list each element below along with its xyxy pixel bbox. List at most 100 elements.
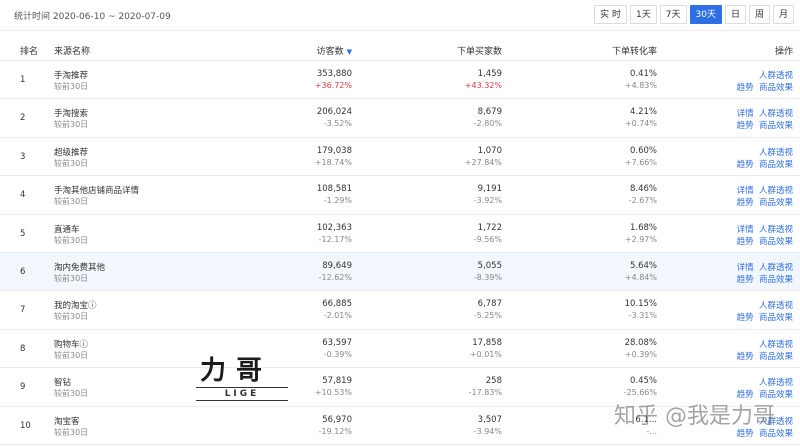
conversion-value: 5.64%	[629, 260, 657, 271]
buyers-change: -3.94%	[473, 426, 502, 436]
crowd-link[interactable]: 人群透视	[759, 186, 793, 196]
buyers-change: +0.01%	[469, 349, 502, 359]
time-button[interactable]: 周	[748, 5, 770, 24]
ops-line-1: 详情 人群透视	[737, 107, 793, 119]
crowd-link[interactable]: 人群透视	[759, 340, 793, 350]
compare-label: 较前30日	[54, 235, 89, 245]
source-name: 我的淘宝ⓘ	[54, 301, 97, 312]
watermark-logo-mark: 力哥	[200, 356, 273, 386]
buyers-change: -3.92%	[473, 196, 502, 206]
detail-link[interactable]: 详情	[737, 225, 754, 235]
source-name: 手淘搜索	[54, 109, 89, 120]
buyers-value: 6,787	[477, 299, 502, 310]
conversion-change: +0.74%	[624, 119, 657, 129]
crowd-link[interactable]: 人群透视	[759, 301, 793, 311]
visitors-change: -3.52%	[323, 119, 352, 129]
compare-label: 较前30日	[54, 158, 89, 168]
conversion-value: 4.21%	[629, 107, 657, 118]
buyers-value: 1,722	[477, 222, 502, 233]
trend-link[interactable]: 趋势	[737, 160, 754, 170]
conversion-change: -25.66%	[623, 388, 657, 398]
detail-link[interactable]: 详情	[737, 186, 754, 196]
trend-link[interactable]: 趋势	[737, 83, 754, 93]
goods-link[interactable]: 商品效果	[759, 313, 793, 323]
compare-label: 较前30日	[54, 389, 89, 399]
trend-link[interactable]: 趋势	[737, 198, 754, 208]
buyers-value: 258	[485, 376, 502, 387]
trend-link[interactable]: 趋势	[737, 313, 754, 323]
table-row[interactable]: 4 手淘其他店铺商品详情 较前30日 108,581 -1.29% 9,191 -3.92%…	[0, 176, 800, 215]
visitors-change: +18.74%	[314, 157, 352, 167]
goods-link[interactable]: 商品效果	[759, 237, 793, 247]
col-rank: 排名	[20, 47, 39, 57]
time-button[interactable]: 7天	[659, 5, 687, 24]
rank-cell: 6	[20, 266, 26, 277]
crowd-link[interactable]: 人群透视	[759, 263, 793, 273]
visitors-value: 89,649	[322, 260, 352, 271]
visitors-change: -1.29%	[323, 196, 352, 206]
time-button[interactable]: 30天	[689, 5, 722, 24]
trend-link[interactable]: 趋势	[737, 121, 754, 131]
ops-line-2: 趋势 商品效果	[737, 235, 793, 247]
visitors-value: 56,970	[322, 414, 352, 425]
rank-cell: 8	[20, 343, 26, 354]
trend-link[interactable]: 趋势	[737, 237, 754, 247]
table-row[interactable]: 6 淘内免费其他 较前30日 89,649 -12.62% 5,055 -8.39% 5.64…	[0, 252, 800, 292]
table-row[interactable]: 5 直通车 较前30日 102,363 -12.17% 1,722 -9.56% 1.68% +…	[0, 215, 800, 253]
sort-desc-icon[interactable]: ▼	[347, 48, 352, 56]
conversion-change: +7.66%	[624, 157, 657, 167]
crowd-link[interactable]: 人群透视	[759, 378, 793, 388]
time-button[interactable]: 1天	[630, 5, 657, 24]
table-body: 1 手淘推荐 较前30日 353,880 +36.72% 1,459 +43.32% 0.41…	[0, 61, 800, 445]
time-button[interactable]: 月	[772, 5, 794, 24]
buyers-value: 17,858	[472, 337, 502, 348]
detail-link[interactable]: 详情	[737, 263, 754, 273]
col-buyers[interactable]: 下单买家数	[457, 44, 502, 57]
goods-link[interactable]: 商品效果	[759, 429, 793, 439]
time-button[interactable]: 实 时	[594, 5, 628, 24]
conversion-change: +0.39%	[624, 349, 657, 359]
compare-label: 较前30日	[54, 350, 89, 360]
crowd-link[interactable]: 人群透视	[759, 109, 793, 119]
goods-link[interactable]: 商品效果	[759, 83, 793, 93]
goods-link[interactable]: 商品效果	[759, 121, 793, 131]
table-row[interactable]: 7 我的淘宝ⓘ 较前30日 66,885 -2.01% 6,787 -5.25% 10.15%…	[0, 291, 800, 330]
table-row[interactable]: 8 购物车ⓘ 较前30日 63,597 -0.39% 17,858 +0.01% 28.08%…	[0, 330, 800, 369]
time-button[interactable]: 日	[724, 5, 746, 24]
goods-link[interactable]: 商品效果	[759, 352, 793, 362]
crowd-link[interactable]: 人群透视	[759, 71, 793, 81]
source-name: 手淘推荐	[54, 71, 89, 81]
col-conversion[interactable]: 下单转化率	[612, 44, 657, 57]
trend-link[interactable]: 趋势	[737, 352, 754, 362]
source-name: 淘内免费其他	[54, 262, 106, 273]
visitors-value: 108,581	[316, 184, 352, 195]
ops-line-2: 趋势 商品效果	[737, 158, 793, 170]
trend-link[interactable]: 趋势	[737, 275, 754, 285]
goods-link[interactable]: 商品效果	[759, 160, 793, 170]
conversion-change: +4.84%	[624, 272, 657, 282]
table-row[interactable]: 3 超级推荐 较前30日 179,038 +18.74% 1,070 +27.84% 0.60…	[0, 138, 800, 177]
ops-line-1: 人群透视	[759, 376, 793, 388]
watermark-text: 知乎 @我是力哥	[614, 404, 775, 429]
visitors-change: +36.72%	[314, 81, 352, 90]
trend-link[interactable]: 趋势	[737, 429, 754, 439]
table-row[interactable]: 1 手淘推荐 较前30日 353,880 +36.72% 1,459 +43.32% 0.41…	[0, 61, 800, 100]
detail-link[interactable]: 详情	[737, 109, 754, 119]
table-row[interactable]: 2 手淘搜索 较前30日 206,024 -3.52% 8,679 -2.80% 4.21% +…	[0, 99, 800, 138]
goods-link[interactable]: 商品效果	[759, 275, 793, 285]
visitors-change: +10.53%	[314, 388, 352, 398]
visitors-value: 179,038	[316, 145, 352, 156]
filter-bar: 统计时间 2020-06-10 ~ 2020-07-09 实 时 1天 7天 30天日…	[0, 0, 800, 31]
buyers-value: 3,507	[477, 414, 502, 425]
goods-link[interactable]: 商品效果	[759, 198, 793, 208]
visitors-value: 66,885	[322, 299, 352, 310]
col-visitors-label: 访客数	[316, 47, 344, 57]
rank-cell: 9	[20, 382, 26, 393]
conversion-value: 0.45%	[629, 376, 657, 387]
buyers-value: 1,070	[477, 145, 502, 156]
col-visitors[interactable]: 访客数 ▼	[317, 44, 352, 57]
crowd-link[interactable]: 人群透视	[759, 148, 793, 158]
crowd-link[interactable]: 人群透视	[759, 225, 793, 235]
compare-label: 较前30日	[54, 427, 89, 437]
conversion-value: 0.60%	[629, 145, 657, 156]
